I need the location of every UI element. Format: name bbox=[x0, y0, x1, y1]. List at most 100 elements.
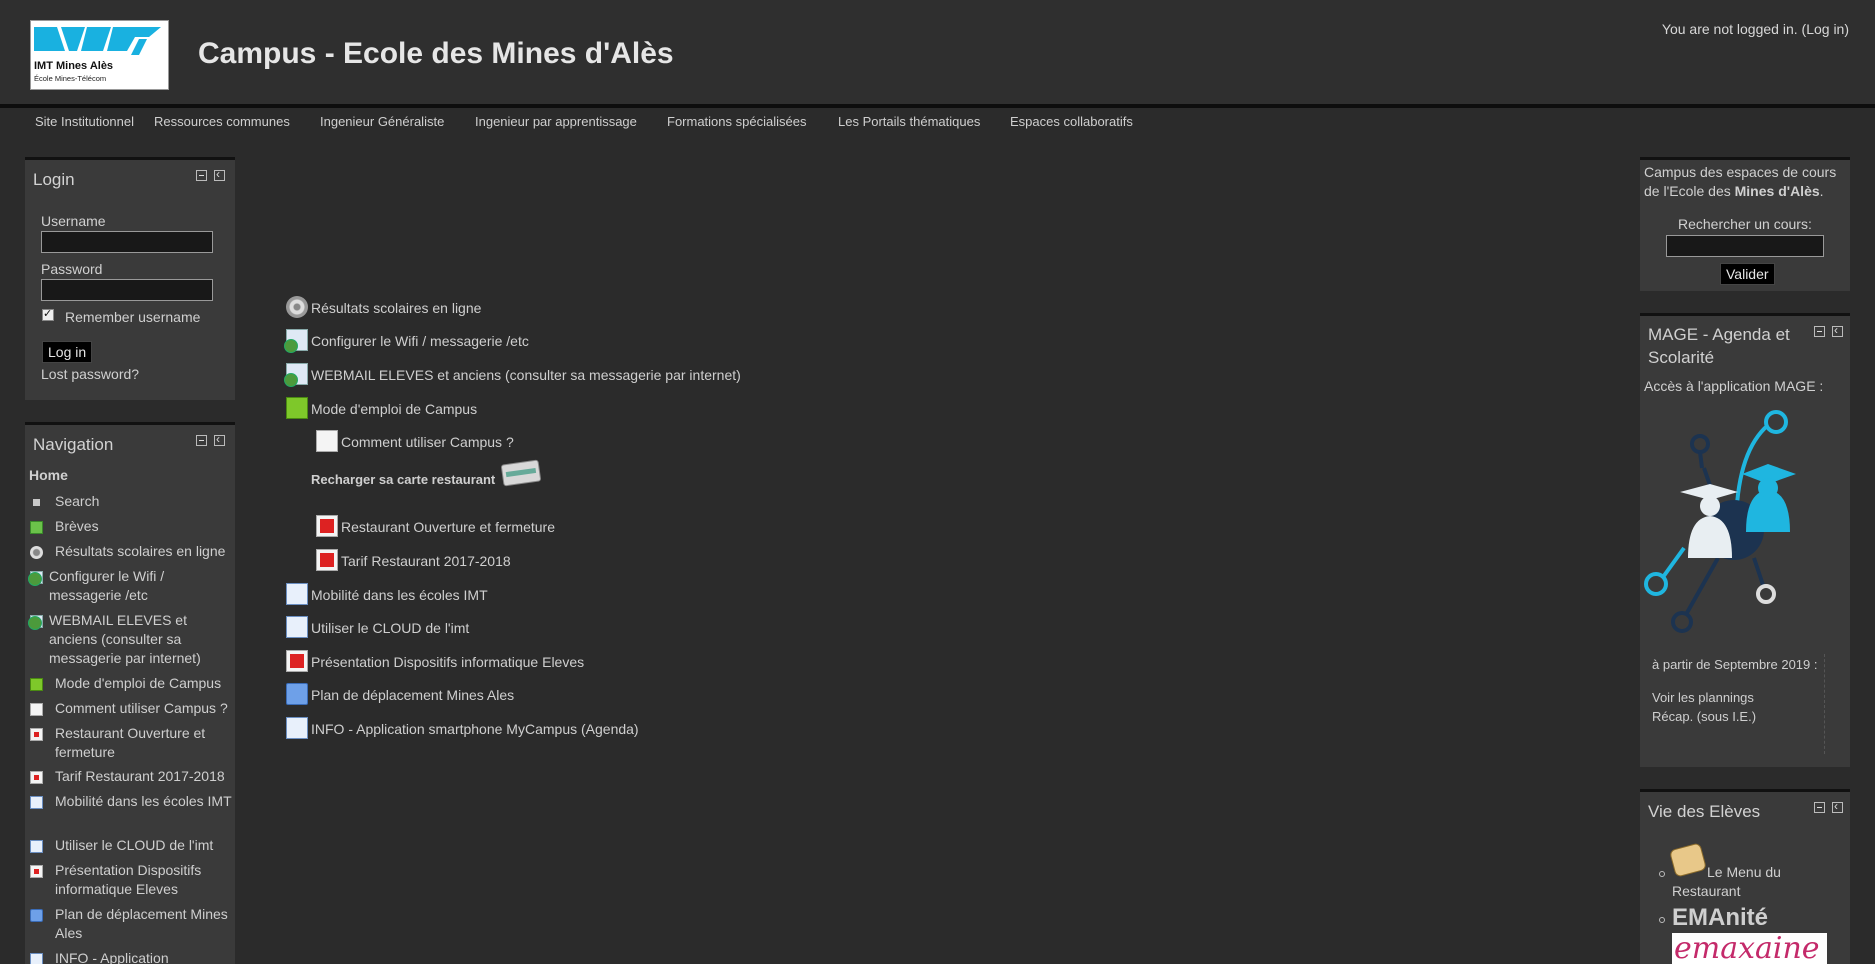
menu-restaurant-line1[interactable]: Le Menu du bbox=[1707, 863, 1781, 882]
pdf-icon bbox=[286, 650, 308, 672]
list-bullet bbox=[1659, 871, 1665, 877]
topnav-formations-specialisees[interactable]: Formations spécialisées bbox=[667, 114, 806, 129]
nav-item-label: Résultats scolaires en ligne bbox=[55, 543, 226, 559]
page-header: IMT Mines Alès École Mines-Télécom Campu… bbox=[0, 0, 1875, 104]
username-input[interactable] bbox=[41, 231, 213, 253]
topnav-espaces-collaboratifs[interactable]: Espaces collaboratifs bbox=[1010, 114, 1133, 129]
topnav-site-institutionnel[interactable]: Site Institutionnel bbox=[35, 114, 134, 129]
main-item-label: Mode d'emploi de Campus bbox=[311, 401, 478, 417]
page-icon bbox=[316, 430, 338, 452]
pdf-icon bbox=[30, 771, 43, 784]
nav-item-resultats[interactable]: Résultats scolaires en ligne bbox=[28, 542, 234, 561]
nav-item-label: Présentation Dispositifs informatique El… bbox=[55, 862, 202, 897]
recap-link[interactable]: Récap. (sous I.E.) bbox=[1652, 709, 1756, 724]
pdf-icon bbox=[30, 865, 43, 878]
document-icon bbox=[30, 953, 43, 964]
nav-item-mobilite[interactable]: Mobilité dans les écoles IMT bbox=[28, 792, 234, 811]
nav-item-label: Search bbox=[55, 493, 100, 509]
top-navigation: Site Institutionnel Ressources communes … bbox=[0, 110, 1875, 136]
dock-icon[interactable] bbox=[1832, 323, 1843, 337]
nav-item-label: WEBMAIL ELEVES et anciens (consulter sa … bbox=[49, 612, 201, 666]
remember-username-checkbox[interactable] bbox=[42, 307, 54, 321]
credit-card-icon[interactable] bbox=[500, 459, 542, 487]
main-item-label: Configurer le Wifi / messagerie /etc bbox=[311, 333, 529, 349]
vie-eleves-title: Vie des Elèves bbox=[1648, 802, 1761, 821]
nav-item-search[interactable]: Search bbox=[28, 492, 234, 511]
nav-item-breves[interactable]: Brèves bbox=[28, 517, 234, 536]
url-icon bbox=[284, 329, 308, 353]
dock-icon[interactable] bbox=[214, 432, 225, 446]
document-icon bbox=[30, 796, 43, 809]
imt-logo[interactable]: IMT Mines Alès École Mines-Télécom bbox=[30, 20, 169, 90]
minimize-icon[interactable] bbox=[196, 435, 207, 446]
document-icon bbox=[286, 616, 308, 638]
menu-restaurant-line2[interactable]: Restaurant bbox=[1672, 882, 1740, 901]
main-item-label: Tarif Restaurant 2017-2018 bbox=[341, 553, 511, 569]
list-bullet bbox=[1659, 917, 1665, 923]
topnav-ressources-communes[interactable]: Ressources communes bbox=[154, 114, 290, 129]
nav-item-label: Mobilité dans les écoles IMT bbox=[55, 793, 232, 809]
main-item-label: Comment utiliser Campus ? bbox=[341, 434, 514, 450]
gear-icon bbox=[286, 296, 308, 318]
remember-username-label: Remember username bbox=[65, 309, 201, 325]
nav-home-link[interactable]: Home bbox=[29, 467, 68, 483]
topnav-ingenieur-apprentissage[interactable]: Ingenieur par apprentissage bbox=[475, 114, 637, 129]
url-icon bbox=[284, 363, 308, 387]
nav-item-mode-emploi[interactable]: Mode d'emploi de Campus bbox=[28, 674, 234, 693]
mage-access-text: Accès à l'application MAGE : bbox=[1644, 378, 1824, 394]
topnav-ingenieur-generaliste[interactable]: Ingenieur Généraliste bbox=[320, 114, 444, 129]
voir-plannings-link[interactable]: Voir les plannings bbox=[1652, 690, 1754, 705]
imt-logo-graphic: IMT Mines Alès École Mines-Télécom bbox=[34, 27, 161, 83]
mage-title-line: MAGE - Agenda et bbox=[1648, 325, 1790, 344]
nav-item-configurer-wifi[interactable]: Configurer le Wifi / messagerie /etc bbox=[28, 567, 234, 605]
folder-icon bbox=[286, 683, 308, 705]
mage-date-text: à partir de Septembre 2019 : bbox=[1652, 657, 1818, 672]
nav-item-restaurant-horaires[interactable]: Restaurant Ouverture et fermeture bbox=[28, 724, 234, 762]
document-icon bbox=[30, 840, 43, 853]
campus-intro-text: Campus des espaces de cours de l'Ecole d… bbox=[1644, 163, 1849, 201]
emanite-heading[interactable]: EMAnité bbox=[1672, 904, 1768, 932]
dock-icon[interactable] bbox=[214, 167, 225, 181]
nav-item-label: Utiliser le CLOUD de l'imt bbox=[55, 837, 214, 853]
course-search-input[interactable] bbox=[1666, 235, 1824, 257]
nav-item-tarif-restaurant[interactable]: Tarif Restaurant 2017-2018 bbox=[28, 767, 234, 786]
folder-icon bbox=[30, 909, 43, 922]
nav-item-cloud[interactable]: Utiliser le CLOUD de l'imt bbox=[28, 836, 234, 855]
site-title: Campus - Ecole des Mines d'Alès bbox=[198, 37, 674, 70]
gear-icon bbox=[30, 546, 43, 559]
topnav-portails-thematiques[interactable]: Les Portails thématiques bbox=[838, 114, 980, 129]
navigation-block-header: Navigation bbox=[25, 425, 235, 461]
minimize-icon[interactable] bbox=[1814, 802, 1825, 813]
nav-item-label: INFO - Application bbox=[55, 950, 169, 964]
password-input[interactable] bbox=[41, 279, 213, 301]
login-block-title: Login bbox=[33, 170, 75, 189]
minimize-icon[interactable] bbox=[196, 170, 207, 181]
logo-name: IMT Mines Alès bbox=[34, 60, 113, 72]
main-item-label: Présentation Dispositifs informatique El… bbox=[311, 654, 585, 670]
nav-item-info-application[interactable]: INFO - Application bbox=[28, 949, 234, 964]
mage-app-logo[interactable] bbox=[1644, 408, 1804, 636]
nav-item-comment-utiliser[interactable]: Comment utiliser Campus ? bbox=[28, 699, 234, 718]
main-item-label: WEBMAIL ELEVES et anciens (consulter sa … bbox=[311, 367, 741, 383]
nav-item-webmail[interactable]: WEBMAIL ELEVES et anciens (consulter sa … bbox=[28, 611, 234, 668]
nav-item-plan-deplacement[interactable]: Plan de déplacement Mines Ales bbox=[28, 905, 234, 943]
lost-password-link[interactable]: Lost password? bbox=[41, 366, 139, 382]
document-icon bbox=[286, 717, 308, 739]
emanite-logo-text: emaxaine bbox=[1674, 933, 1820, 964]
main-item-label: Mobilité dans les écoles IMT bbox=[311, 587, 488, 603]
login-button[interactable]: Log in bbox=[42, 341, 93, 363]
mage-block-title: MAGE - Agenda et Scolarité bbox=[1648, 323, 1818, 369]
main-item-recharger-carte[interactable]: Recharger sa carte restaurant bbox=[311, 472, 495, 487]
url-icon bbox=[28, 615, 43, 630]
header-login-link[interactable]: (Log in) bbox=[1802, 21, 1849, 37]
dock-icon[interactable] bbox=[1832, 799, 1843, 813]
square-bullet-icon bbox=[33, 499, 40, 506]
valider-button[interactable]: Valider bbox=[1720, 263, 1775, 285]
nav-item-dispositifs[interactable]: Présentation Dispositifs informatique El… bbox=[28, 861, 234, 899]
main-item-label: Résultats scolaires en ligne bbox=[311, 300, 482, 316]
intro-suffix: . bbox=[1819, 183, 1824, 199]
mage-title-line: Scolarité bbox=[1648, 348, 1715, 367]
pdf-icon bbox=[30, 728, 43, 741]
forum-icon bbox=[30, 521, 43, 534]
emanite-logo[interactable]: emaxaine bbox=[1672, 933, 1827, 964]
